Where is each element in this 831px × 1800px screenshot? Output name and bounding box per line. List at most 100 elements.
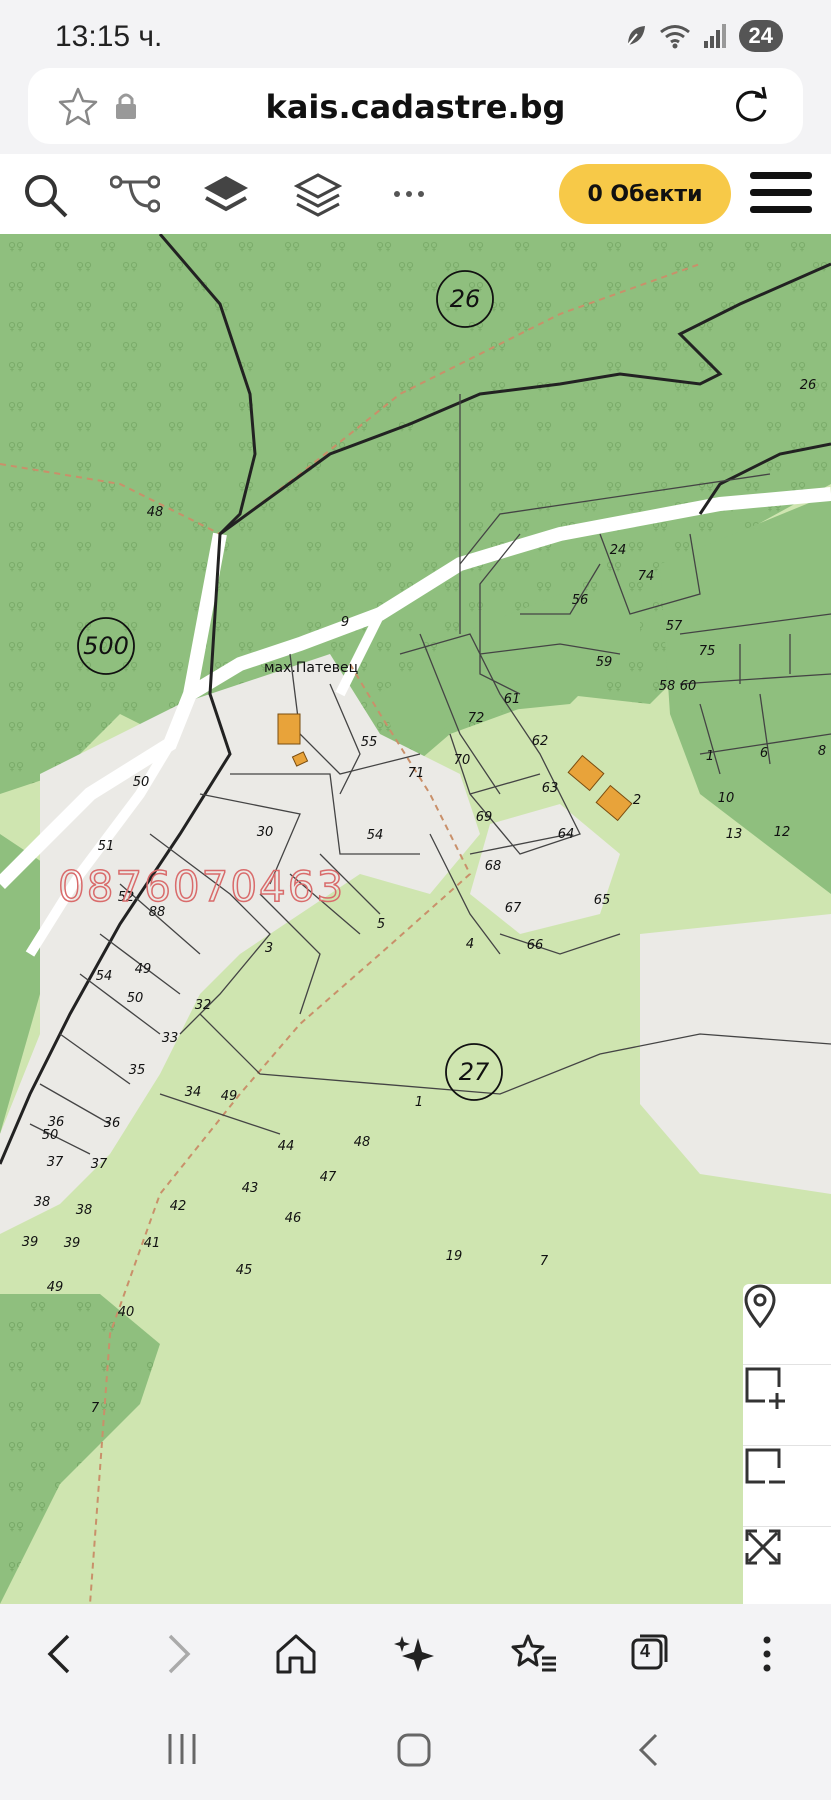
parcel-number[interactable]: 8 bbox=[818, 744, 826, 759]
parcel-number[interactable]: 70 bbox=[454, 753, 471, 768]
parcel-number[interactable]: 10 bbox=[718, 791, 735, 806]
add-area-icon bbox=[745, 1367, 785, 1409]
back-icon[interactable] bbox=[44, 1632, 74, 1676]
parcel-number[interactable]: 35 bbox=[129, 1063, 146, 1078]
location-pin-icon bbox=[744, 1284, 776, 1328]
layers-icon[interactable] bbox=[294, 172, 342, 218]
parcel-number[interactable]: 59 bbox=[596, 655, 613, 670]
parcel-number[interactable]: 30 bbox=[257, 825, 274, 840]
cadastre-map[interactable]: ♀♀ ♀♀ bbox=[0, 234, 831, 1604]
route-icon[interactable] bbox=[110, 172, 160, 216]
wifi-icon bbox=[659, 25, 690, 49]
parcel-number[interactable]: 9 bbox=[341, 615, 349, 630]
watermark-phone: 0876070463 bbox=[57, 861, 346, 912]
parcel-number[interactable]: 55 bbox=[361, 735, 378, 750]
parcel-number[interactable]: 48 bbox=[147, 505, 164, 520]
recent-apps-icon[interactable] bbox=[166, 1732, 198, 1766]
parcel-number[interactable]: 56 bbox=[572, 593, 589, 608]
parcel-number[interactable]: 37 bbox=[47, 1155, 64, 1170]
parcel-number[interactable]: 41 bbox=[144, 1236, 161, 1251]
home-icon[interactable] bbox=[274, 1632, 318, 1676]
parcel-number[interactable]: 62 bbox=[532, 734, 549, 749]
parcel-number[interactable]: 54 bbox=[367, 828, 384, 843]
parcel-number[interactable]: 1 bbox=[415, 1095, 423, 1110]
tabs-button[interactable]: 4 bbox=[630, 1632, 670, 1672]
parcel-number[interactable]: 58 bbox=[659, 679, 676, 694]
parcel-number[interactable]: 50 bbox=[127, 991, 144, 1006]
parcel-number[interactable]: 38 bbox=[34, 1195, 51, 1210]
parcel-number[interactable]: 75 bbox=[699, 644, 716, 659]
parcel-number[interactable]: 71 bbox=[408, 766, 425, 781]
parcel-number[interactable]: 38 bbox=[76, 1203, 93, 1218]
parcel-number[interactable]: 7 bbox=[540, 1254, 549, 1269]
parcel-number[interactable]: 48 bbox=[354, 1135, 371, 1150]
parcel-number[interactable]: 39 bbox=[22, 1235, 39, 1250]
parcel-number[interactable]: 68 bbox=[485, 859, 502, 874]
more-icon[interactable] bbox=[392, 172, 426, 216]
objects-button[interactable]: 0 Обекти bbox=[559, 164, 731, 224]
fullscreen-icon bbox=[745, 1529, 781, 1565]
parcel-number[interactable]: 54 bbox=[96, 969, 113, 984]
parcel-number[interactable]: 5 bbox=[377, 917, 385, 932]
parcel-number[interactable]: 37 bbox=[91, 1157, 108, 1172]
back-nav-icon[interactable] bbox=[636, 1732, 660, 1768]
parcel-number[interactable]: 13 bbox=[726, 827, 743, 842]
parcel-number[interactable]: 67 bbox=[505, 901, 522, 916]
parcel-number[interactable]: 33 bbox=[162, 1031, 179, 1046]
parcel-number[interactable]: 7 bbox=[91, 1401, 100, 1416]
parcel-number[interactable]: 4 bbox=[466, 937, 474, 952]
parcel-number[interactable]: 69 bbox=[476, 810, 493, 825]
parcel-number[interactable]: 6 bbox=[760, 746, 768, 761]
parcel-number[interactable]: 44 bbox=[278, 1139, 295, 1154]
parcel-number[interactable]: 72 bbox=[468, 711, 485, 726]
parcel-number[interactable]: 57 bbox=[666, 619, 683, 634]
parcel-number[interactable]: 45 bbox=[236, 1263, 253, 1278]
location-button[interactable] bbox=[743, 1284, 831, 1365]
parcel-number[interactable]: 49 bbox=[221, 1089, 238, 1104]
parcel-number[interactable]: 63 bbox=[542, 781, 559, 796]
parcel-number[interactable]: 66 bbox=[527, 938, 544, 953]
fullscreen-button[interactable] bbox=[743, 1527, 831, 1604]
parcel-number[interactable]: 49 bbox=[47, 1280, 64, 1295]
remove-area-button[interactable] bbox=[743, 1446, 831, 1527]
parcel-number[interactable]: 12 bbox=[774, 825, 791, 840]
parcel-number[interactable]: 49 bbox=[135, 962, 152, 977]
parcel-number[interactable]: 64 bbox=[558, 827, 575, 842]
parcel-number[interactable]: 65 bbox=[594, 893, 611, 908]
sparkle-icon[interactable] bbox=[394, 1632, 438, 1676]
parcel-number[interactable]: 43 bbox=[242, 1181, 259, 1196]
parcel-number[interactable]: 32 bbox=[195, 998, 212, 1013]
parcel-number[interactable]: 50 bbox=[42, 1128, 59, 1143]
parcel-number[interactable]: 40 bbox=[118, 1305, 135, 1320]
parcel-number[interactable]: 2 bbox=[633, 793, 641, 808]
parcel-number[interactable]: 47 bbox=[320, 1170, 337, 1185]
parcel-number[interactable]: 51 bbox=[98, 839, 115, 854]
parcel-number[interactable]: 36 bbox=[104, 1116, 121, 1131]
parcel-number[interactable]: 61 bbox=[504, 692, 521, 707]
parcel-number[interactable]: 42 bbox=[170, 1199, 187, 1214]
map-canvas[interactable]: ♀♀ ♀♀ bbox=[0, 234, 831, 1604]
bookmarks-icon[interactable] bbox=[510, 1632, 558, 1676]
parcel-number[interactable]: 1 bbox=[706, 749, 714, 764]
layer-icon[interactable] bbox=[202, 172, 250, 216]
forward-icon[interactable] bbox=[164, 1632, 194, 1676]
parcel-number[interactable]: 46 bbox=[285, 1211, 302, 1226]
menu-button[interactable] bbox=[750, 172, 812, 216]
parcel-number[interactable]: 3 bbox=[265, 941, 273, 956]
parcel-number[interactable]: 24 bbox=[610, 543, 627, 558]
leaf-icon bbox=[626, 26, 645, 46]
parcel-number[interactable]: 19 bbox=[446, 1249, 463, 1264]
parcel-number[interactable]: 26 bbox=[800, 378, 817, 393]
add-area-button[interactable] bbox=[743, 1365, 831, 1446]
parcel-number[interactable]: 60 bbox=[680, 679, 697, 694]
parcel-number[interactable]: 39 bbox=[64, 1236, 81, 1251]
reload-icon[interactable] bbox=[729, 84, 773, 128]
parcel-number[interactable]: 50 bbox=[133, 775, 150, 790]
search-icon[interactable] bbox=[22, 172, 70, 220]
url-text[interactable]: kais.cadastre.bg bbox=[28, 88, 803, 126]
parcel-number[interactable]: 74 bbox=[638, 569, 655, 584]
kebab-menu-icon[interactable] bbox=[760, 1632, 774, 1676]
url-bar[interactable]: kais.cadastre.bg bbox=[28, 68, 803, 144]
parcel-number[interactable]: 34 bbox=[185, 1085, 202, 1100]
home-nav-icon[interactable] bbox=[396, 1732, 432, 1768]
